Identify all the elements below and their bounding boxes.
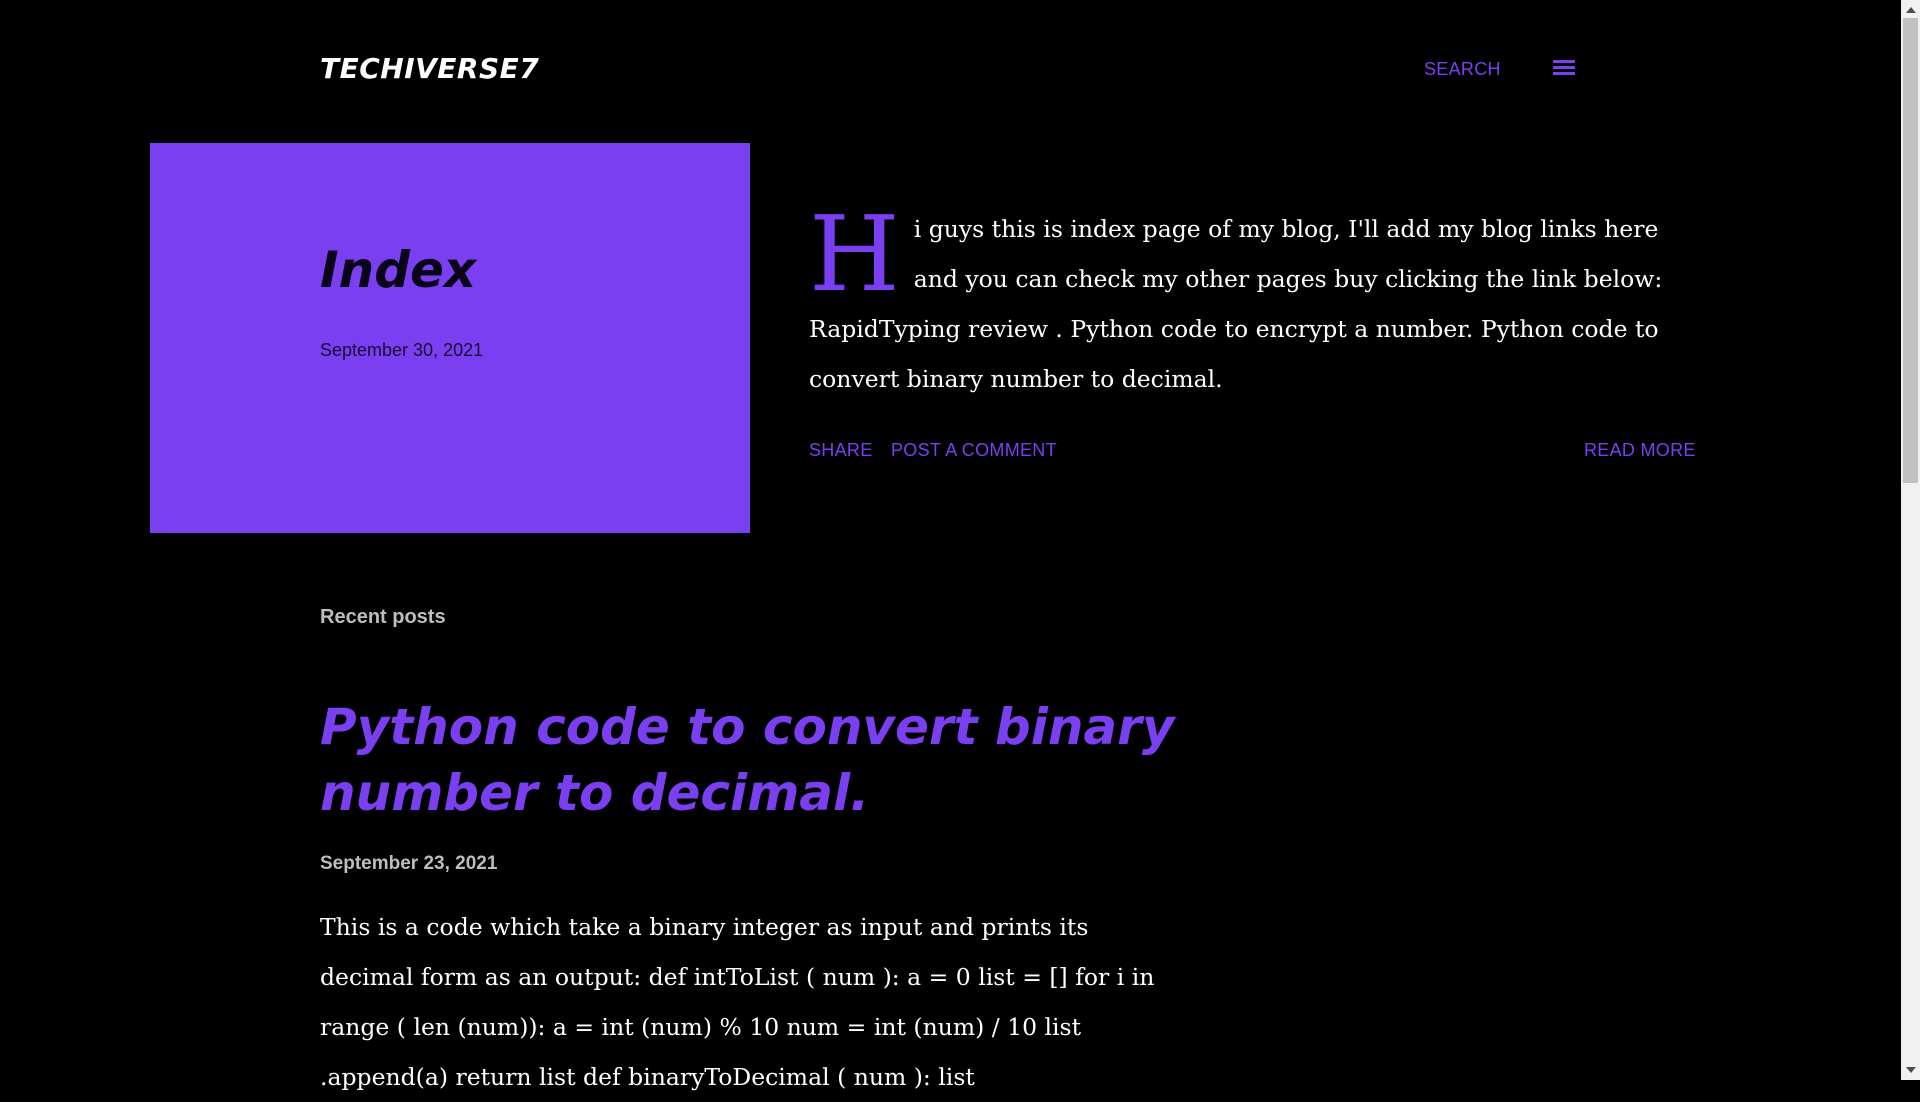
post-date: September 23, 2021 bbox=[320, 853, 498, 874]
featured-post-title[interactable]: Index bbox=[320, 241, 476, 299]
post-title[interactable]: Python code to convert binary number to … bbox=[320, 694, 1220, 826]
share-button[interactable]: SHARE bbox=[809, 440, 873, 461]
site-brand[interactable]: TECHIVERSE7 bbox=[320, 52, 539, 85]
post-comment-button[interactable]: POST A COMMENT bbox=[891, 440, 1057, 461]
hamburger-menu-icon[interactable] bbox=[1553, 60, 1575, 76]
read-more-button[interactable]: READ MORE bbox=[1584, 440, 1696, 461]
featured-post-card[interactable]: Index September 30, 2021 bbox=[150, 143, 750, 533]
featured-post-date: September 30, 2021 bbox=[320, 340, 484, 360]
featured-post-body: H i guys this is index page of my blog, … bbox=[809, 193, 1689, 404]
recent-posts-heading: Recent posts bbox=[320, 606, 446, 628]
scroll-up-arrow-icon[interactable] bbox=[1906, 7, 1916, 13]
dropcap: H bbox=[809, 193, 900, 315]
post-snippet: This is a code which take a binary integ… bbox=[320, 913, 1155, 1091]
scrollbar-thumb[interactable] bbox=[1903, 18, 1918, 483]
search-button[interactable]: SEARCH bbox=[1424, 59, 1501, 80]
featured-post-snippet: i guys this is index page of my blog, I'… bbox=[809, 215, 1663, 393]
scroll-down-arrow-icon[interactable] bbox=[1906, 1067, 1916, 1073]
vertical-scrollbar[interactable] bbox=[1901, 0, 1920, 1080]
